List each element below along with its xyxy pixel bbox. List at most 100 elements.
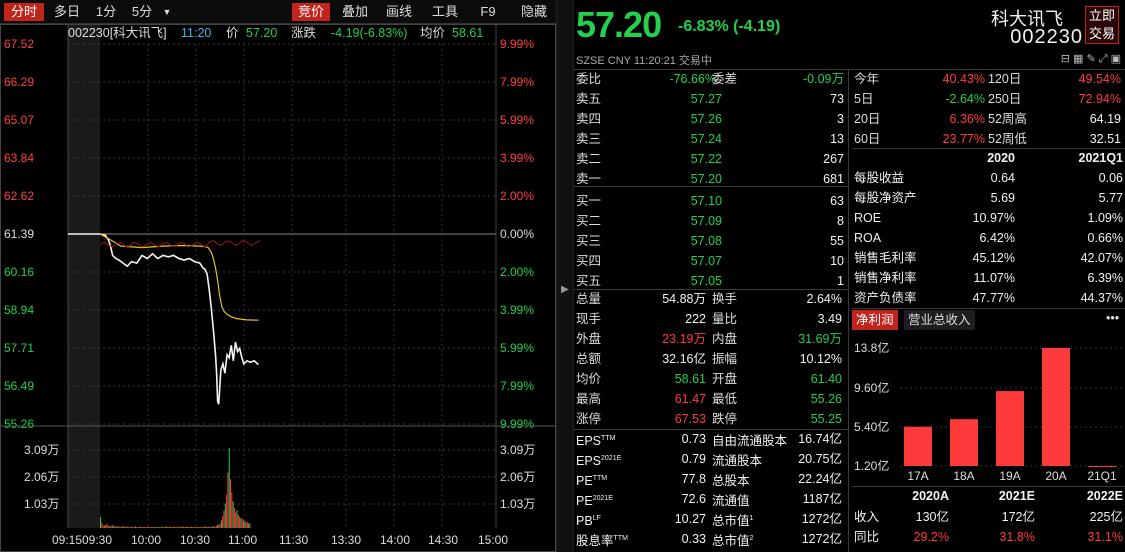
volume-bar — [231, 492, 233, 528]
time-tick: 10:00 — [131, 533, 161, 547]
fund-label2: 总股本 — [712, 474, 750, 489]
orderbook-row[interactable]: 卖五 57.27 73 — [574, 89, 848, 109]
forecast-value: 225亿 — [1089, 510, 1123, 524]
price-tick: 57.71 — [4, 341, 34, 355]
volume-bar — [142, 527, 144, 528]
volume-tick: 3.09万 — [24, 443, 59, 457]
tools-button[interactable]: 工具 — [428, 3, 462, 21]
tab-auction[interactable]: 竞价 — [292, 3, 330, 21]
tab-5min[interactable]: 5分 — [128, 3, 156, 21]
fund-value2: 1272亿 — [801, 512, 842, 526]
volume-bar — [218, 524, 220, 528]
orderbook-volume: 10 — [830, 254, 844, 268]
orderbook-volume: 55 — [830, 234, 844, 248]
draw-button[interactable]: 画线 — [382, 3, 416, 21]
forecast-value: 130亿 — [915, 510, 949, 524]
overlay-button[interactable]: 叠加 — [338, 3, 372, 21]
volume-bar — [194, 527, 196, 528]
bar-ytick: 9.60亿 — [854, 380, 889, 395]
fin-label: 每股收益 — [854, 171, 905, 185]
financials-row: 资产负债率 47.77% 44.37% — [852, 288, 1125, 308]
fin-label: 销售毛利率 — [854, 251, 917, 265]
stats-row: 总量 54.88万 换手 2.64% — [574, 289, 848, 309]
intraday-panel: 分时 多日 1分 5分 ▼ 竞价 叠加 画线 工具 F9 隐藏 002230[科… — [0, 0, 556, 552]
volume-bar — [102, 525, 104, 528]
time-tick: 14:30 — [428, 533, 458, 547]
tab-revenue[interactable]: 营业总收入 — [904, 310, 975, 330]
trade-now-button[interactable]: 立即交易 — [1085, 6, 1119, 44]
fund-value: 0.79 — [681, 452, 706, 466]
tab-multiday[interactable]: 多日 — [50, 3, 84, 21]
profit-bar — [1042, 348, 1070, 466]
volume-bar — [219, 523, 221, 528]
auction-zone — [68, 24, 100, 528]
volume-bar — [162, 526, 164, 528]
volume-bar — [101, 522, 103, 528]
perf-label: 今年 — [854, 72, 880, 86]
performance-row: 今年 40.43% 120日 49.54% — [852, 69, 1125, 89]
f9-button[interactable]: F9 — [476, 3, 500, 21]
pct-tick: 5.99% — [500, 341, 534, 355]
orderbook-row[interactable]: 卖二 57.22 267 — [574, 149, 848, 169]
orderbook-volume: 681 — [823, 172, 844, 186]
chart-header-change: -4.19(-6.83%) — [331, 26, 407, 40]
orderbook-row[interactable]: 买一 57.10 63 — [574, 191, 848, 211]
expand-arrow-icon[interactable]: ▶ — [561, 284, 569, 295]
financials-header: 2020 2021Q1 — [852, 148, 1125, 168]
orderbook-row[interactable]: 卖一 57.20 681 — [574, 169, 848, 189]
tab-1min[interactable]: 1分 — [92, 3, 120, 21]
toolbar-icons: ⊟ ▦ ✎ ⤢ ▣ — [1061, 52, 1121, 66]
minus-icon[interactable]: ⊟ — [1061, 53, 1070, 65]
pct-tick: 5.99% — [500, 113, 534, 127]
dropdown-icon[interactable]: ▼ — [160, 3, 174, 21]
orderbook-row[interactable]: 卖三 57.24 13 — [574, 129, 848, 149]
expand-icon[interactable]: ⤢ — [1099, 53, 1108, 65]
profit-bar — [996, 391, 1024, 466]
volume-bar — [233, 508, 235, 528]
panel-divider[interactable] — [556, 0, 574, 552]
volume-bar — [244, 521, 246, 528]
chart-header-avg: 58.61 — [452, 26, 483, 40]
bar-ytick: 13.8亿 — [854, 340, 889, 355]
volume-bar — [139, 526, 140, 528]
perf-label: 120日 — [988, 72, 1022, 86]
stat-label: 外盘 — [576, 332, 602, 346]
stat-label: 内盘 — [712, 332, 738, 346]
stat-label: 开盘 — [712, 372, 738, 386]
stat-value: 3.49 — [817, 312, 842, 326]
perf-value: 64.19 — [1089, 112, 1121, 126]
time-tick: 09:15 — [52, 533, 82, 547]
volume-bar — [132, 526, 134, 528]
orderbook-row[interactable]: 买二 57.09 8 — [574, 211, 848, 231]
volume-tick-right: 3.09万 — [500, 443, 535, 457]
orderbook-volume: 63 — [830, 194, 844, 208]
more-icon[interactable]: ••• — [1102, 308, 1123, 328]
volume-bar — [152, 527, 153, 528]
settings-icon[interactable]: ▣ — [1111, 53, 1121, 65]
hide-button[interactable]: 隐藏 — [516, 3, 552, 21]
tab-intraday[interactable]: 分时 — [4, 3, 44, 21]
fund-label2: 总市值2 — [712, 534, 754, 549]
orderbook-row[interactable]: 买三 57.08 55 — [574, 231, 848, 251]
forecast-row: 收入 130亿 172亿 225亿 — [852, 507, 1125, 527]
volume-bar — [228, 448, 230, 528]
stat-label: 换手 — [712, 292, 738, 306]
fundamental-row: PBLF 10.27 总市值1 1272亿 — [574, 509, 848, 529]
volume-bar — [235, 512, 237, 528]
grid-icon[interactable]: ▦ — [1073, 53, 1083, 65]
fin-label: 资产负债率 — [854, 291, 917, 305]
orderbook-row[interactable]: 卖四 57.26 3 — [574, 109, 848, 129]
orderbook-row[interactable]: 买五 57.05 1 — [574, 271, 848, 291]
edit-icon[interactable]: ✎ — [1086, 53, 1095, 65]
fund-value2: 1187亿 — [802, 492, 842, 506]
tab-net-profit[interactable]: 净利润 — [852, 310, 898, 330]
stats-row: 均价 58.61 开盘 61.40 — [574, 369, 848, 389]
time-tick: 11:00 — [228, 533, 257, 547]
orderbook-row[interactable]: 买四 57.07 10 — [574, 251, 848, 271]
volume-bar — [105, 524, 107, 528]
price-tick: 61.39 — [4, 227, 34, 241]
orderbook-volume: 13 — [830, 132, 844, 146]
volume-bar — [240, 518, 242, 528]
intraday-chart[interactable]: 002230[科大讯飞] 11:20 价 57.20 涨跌 -4.19(-6.83%) 均价… — [0, 24, 556, 552]
weibi-value: -76.66% — [669, 72, 716, 86]
